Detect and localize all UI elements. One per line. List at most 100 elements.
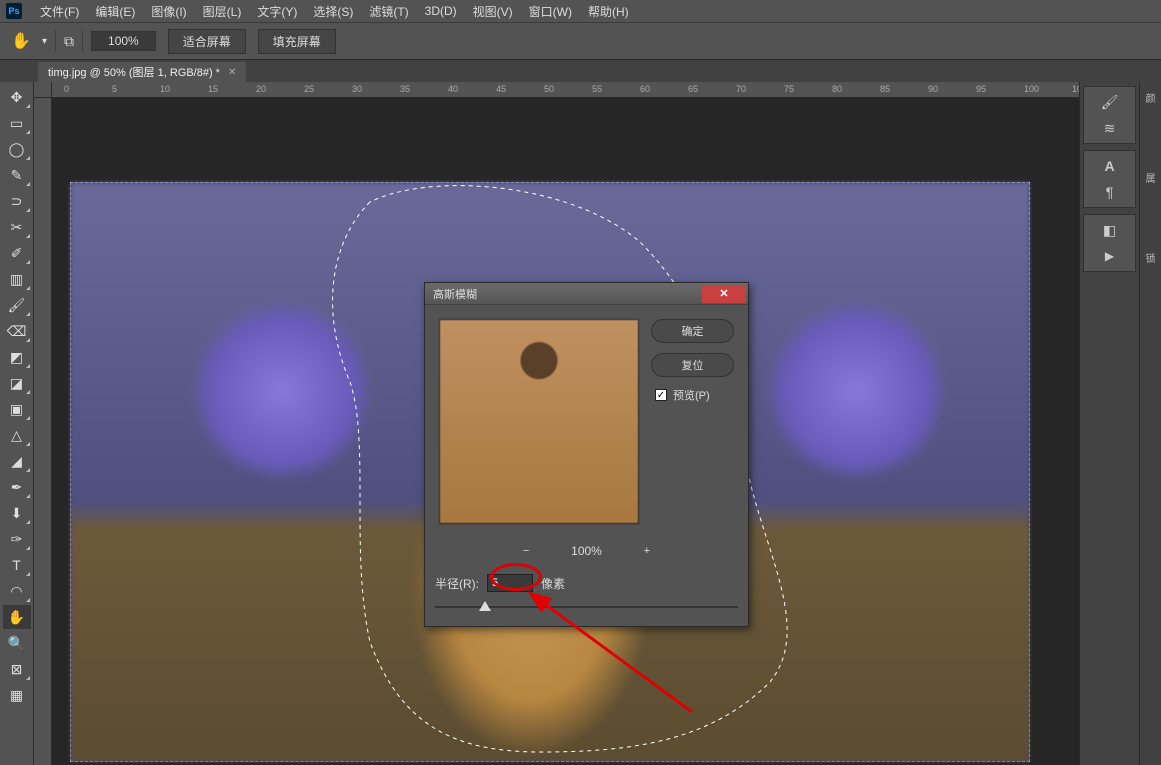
stamp-tool-icon: ⌫ <box>7 323 27 340</box>
pen-tool[interactable]: ✒ <box>3 475 31 499</box>
magic-wand-tool[interactable]: ⊃ <box>3 189 31 213</box>
history-brush-tool[interactable]: ◩ <box>3 345 31 369</box>
color-panel-tab[interactable]: 颜 <box>1146 90 1156 148</box>
fit-screen-button[interactable]: 适合屏幕 <box>168 29 246 54</box>
gradient-tool-icon: ▣ <box>10 401 23 418</box>
tool-preset-dropdown-icon[interactable]: ▾ <box>42 36 47 47</box>
type-tool[interactable]: T <box>3 553 31 577</box>
paragraph-panel-icon[interactable]: ¶ <box>1100 183 1120 201</box>
radius-label: 半径(R): <box>435 575 479 592</box>
ruler-tick: 45 <box>496 84 506 94</box>
menu-file[interactable]: 文件(F) <box>34 1 85 22</box>
menu-edit[interactable]: 编辑(E) <box>89 1 141 22</box>
app-logo: Ps <box>6 3 22 19</box>
menu-type[interactable]: 文字(Y) <box>251 1 303 22</box>
hand-tool[interactable]: ✋ <box>3 605 31 629</box>
hand-tool-icon: ✋ <box>8 609 25 626</box>
gradient-tool[interactable]: ▣ <box>3 397 31 421</box>
ruler-tick: 100 <box>1024 84 1039 94</box>
artboard-tool-icon: ▦ <box>10 687 23 704</box>
preview-checkbox[interactable]: ✓ <box>655 389 667 401</box>
dodge-tool[interactable]: ◢ <box>3 449 31 473</box>
lasso-tool[interactable]: ◯ <box>3 137 31 161</box>
freeform-pen-tool[interactable]: ⬇ <box>3 501 31 525</box>
slider-thumb[interactable] <box>479 601 491 611</box>
type-tool-aux[interactable]: ✑ <box>3 527 31 551</box>
ruler-tick: 60 <box>640 84 650 94</box>
document-tab[interactable]: timg.jpg @ 50% (图层 1, RGB/8#) * ✕ <box>38 62 246 82</box>
brush-panel-icon[interactable]: 🖌 <box>1100 93 1120 111</box>
eraser-tool[interactable]: ◪ <box>3 371 31 395</box>
radius-input[interactable] <box>487 574 533 592</box>
move-tool[interactable]: ✥ <box>3 85 31 109</box>
marquee-tool[interactable]: ▭ <box>3 111 31 135</box>
zoom-value[interactable]: 100% <box>91 31 156 51</box>
blur-tool-icon: △ <box>11 427 22 444</box>
patch-tool-icon: ▥ <box>10 271 23 288</box>
shape-tool[interactable]: ⊠ <box>3 657 31 681</box>
menu-image[interactable]: 图像(I) <box>145 1 192 22</box>
preview-checkbox-row[interactable]: ✓ 预览(P) <box>651 387 734 403</box>
dialog-titlebar[interactable]: 高斯模糊 ✕ <box>425 283 748 305</box>
close-tab-icon[interactable]: ✕ <box>228 67 236 78</box>
eyedropper-tool[interactable]: ✐ <box>3 241 31 265</box>
menu-layer[interactable]: 图层(L) <box>197 1 248 22</box>
ruler-horizontal[interactable]: 0510152025303540455055606570758085909510… <box>52 82 1079 98</box>
blur-tool[interactable]: △ <box>3 423 31 447</box>
stamp-tool[interactable]: ⌫ <box>3 319 31 343</box>
ruler-tick: 65 <box>688 84 698 94</box>
fill-screen-button[interactable]: 填充屏幕 <box>258 29 336 54</box>
dialog-close-button[interactable]: ✕ <box>702 285 746 303</box>
ruler-tick: 20 <box>256 84 266 94</box>
brush-tool[interactable]: 🖌 <box>3 293 31 317</box>
hand-tool-icon[interactable]: ✋ <box>8 28 34 54</box>
ruler-tick: 35 <box>400 84 410 94</box>
ruler-vertical[interactable] <box>34 98 52 765</box>
artboard-tool[interactable]: ▦ <box>3 683 31 707</box>
actions-panel-icon[interactable]: ▶ <box>1100 247 1120 265</box>
character-panel-icon[interactable]: A <box>1100 157 1120 175</box>
crop-tool[interactable]: ✂ <box>3 215 31 239</box>
panel-group-3: ◧ ▶ <box>1083 214 1136 272</box>
radius-slider[interactable] <box>435 598 738 616</box>
type-tool-aux-icon: ✑ <box>11 531 23 548</box>
dialog-preview-image[interactable] <box>439 319 639 524</box>
menu-filter[interactable]: 滤镜(T) <box>363 1 414 22</box>
ruler-tick: 70 <box>736 84 746 94</box>
dodge-tool-icon: ◢ <box>11 453 22 470</box>
ruler-tick: 95 <box>976 84 986 94</box>
gaussian-blur-dialog: 高斯模糊 ✕ 确定 复位 ✓ 预览(P) − 100% + <box>424 282 749 627</box>
ruler-tick: 10 <box>160 84 170 94</box>
menu-select[interactable]: 选择(S) <box>307 1 359 22</box>
layers-panel-tab[interactable]: 锁 <box>1146 250 1156 308</box>
path-select-tool[interactable]: ◠ <box>3 579 31 603</box>
scroll-all-windows-icon[interactable]: ⧉ <box>64 33 74 50</box>
history-brush-tool-icon: ◩ <box>10 349 23 366</box>
dialog-reset-button[interactable]: 复位 <box>651 353 734 377</box>
options-bar: ✋ ▾ ⧉ 100% 适合屏幕 填充屏幕 <box>0 22 1161 60</box>
ruler-tick: 25 <box>304 84 314 94</box>
document-tab-strip: timg.jpg @ 50% (图层 1, RGB/8#) * ✕ <box>0 60 1161 82</box>
separator <box>55 30 56 52</box>
ruler-tick: 105 <box>1072 84 1079 94</box>
adjustments-panel-icon[interactable]: ◧ <box>1100 221 1120 239</box>
zoom-tool[interactable]: 🔍 <box>3 631 31 655</box>
ruler-tick: 0 <box>64 84 69 94</box>
brush-presets-icon[interactable]: ≋ <box>1100 119 1120 137</box>
path-select-tool-icon: ◠ <box>10 583 22 600</box>
menu-view[interactable]: 视图(V) <box>467 1 519 22</box>
menu-window[interactable]: 窗口(W) <box>523 1 578 22</box>
patch-tool[interactable]: ▥ <box>3 267 31 291</box>
menu-3d[interactable]: 3D(D) <box>419 2 463 20</box>
quick-select-tool[interactable]: ✎ <box>3 163 31 187</box>
lasso-tool-icon: ◯ <box>9 141 25 158</box>
ruler-tick: 90 <box>928 84 938 94</box>
canvas-area[interactable]: 0510152025303540455055606570758085909510… <box>34 82 1079 765</box>
toolbox: ✥ ▭ ◯ ✎ ⊃ ✂ ✐ ▥ 🖌 ⌫ ◩ ◪ ▣ △ ◢ ✒ ⬇ ✑ T ◠ … <box>0 82 34 765</box>
menu-help[interactable]: 帮助(H) <box>582 1 635 22</box>
zoom-out-button[interactable]: − <box>517 542 535 560</box>
zoom-in-button[interactable]: + <box>638 542 656 560</box>
ruler-origin <box>34 82 52 98</box>
properties-panel-tab[interactable]: 属 <box>1146 170 1156 228</box>
dialog-ok-button[interactable]: 确定 <box>651 319 734 343</box>
